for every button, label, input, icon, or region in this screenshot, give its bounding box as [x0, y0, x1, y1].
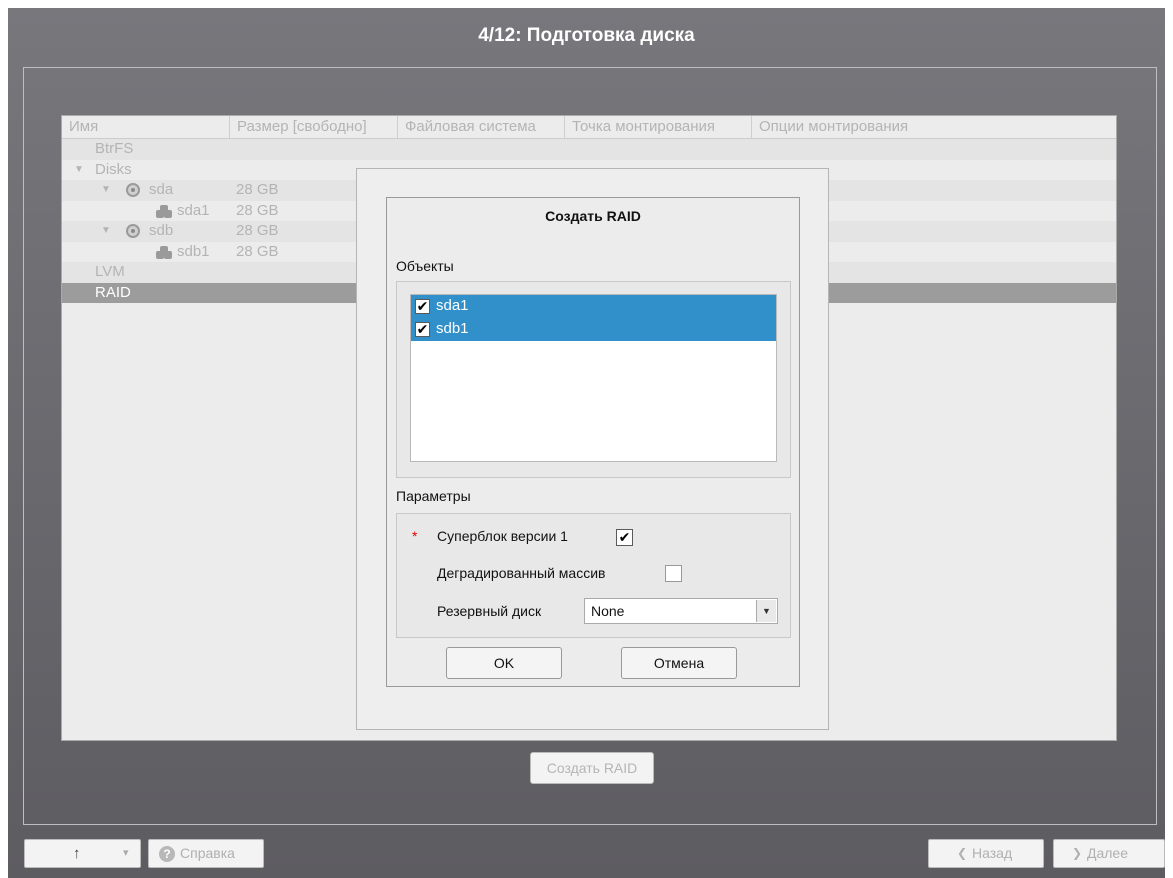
row-name: sdb1: [177, 242, 210, 260]
page-title: 4/12: Подготовка диска: [478, 25, 695, 46]
checkbox-sdb1[interactable]: ✔: [415, 322, 430, 337]
row-name: sda: [149, 181, 174, 198]
column-header-name[interactable]: Имя: [62, 116, 230, 138]
partition-icon: [156, 245, 174, 259]
degraded-label: Деградированный массив: [437, 565, 606, 581]
spare-disk-label: Резервный диск: [437, 603, 542, 619]
chevron-right-icon: ❯: [1072, 846, 1083, 860]
objects-list[interactable]: ✔ sda1 ✔ sdb1: [410, 294, 777, 462]
ok-button[interactable]: OK: [446, 647, 562, 679]
up-dropdown-button[interactable]: ↑ ▾: [24, 839, 141, 868]
disk-icon: [126, 224, 140, 238]
column-header-mountpoint[interactable]: Точка монтирования: [565, 116, 752, 138]
required-marker: *: [412, 528, 418, 544]
tree-row-btrfs[interactable]: BtrFS: [62, 139, 1116, 160]
superblock-checkbox[interactable]: ✔: [616, 529, 633, 546]
objects-group-label: Объекты: [396, 258, 454, 274]
column-header-size[interactable]: Размер [свободно]: [230, 116, 398, 138]
checkbox-sda1[interactable]: ✔: [415, 299, 430, 314]
column-header-mount-options[interactable]: Опции монтирования: [752, 116, 1118, 138]
list-item-sdb1[interactable]: ✔ sdb1: [411, 318, 776, 341]
list-item-label: sdb1: [436, 320, 469, 337]
column-header-filesystem[interactable]: Файловая система: [398, 116, 565, 138]
chevron-left-icon: ❮: [957, 846, 968, 860]
partition-icon: [156, 204, 174, 218]
create-raid-button[interactable]: Создать RAID: [530, 752, 654, 784]
list-item-sda1[interactable]: ✔ sda1: [411, 295, 776, 318]
row-size: 28 GB: [236, 222, 279, 239]
create-raid-dialog: Создать RAID Объекты ✔ sda1 ✔ sdb1 Парам…: [386, 197, 800, 687]
degraded-checkbox[interactable]: [665, 565, 682, 582]
row-size: 28 GB: [236, 181, 279, 198]
expand-triangle-icon[interactable]: ▼: [101, 221, 111, 241]
chevron-down-icon: ▾: [123, 847, 129, 859]
disk-icon: [126, 183, 140, 197]
row-name: BtrFS: [95, 140, 134, 157]
dropdown-arrow-icon[interactable]: ▼: [756, 600, 776, 622]
row-size: 28 GB: [236, 201, 279, 219]
cancel-button[interactable]: Отмена: [621, 647, 737, 679]
row-name: sdb: [149, 222, 174, 239]
next-button[interactable]: ❯ Далее: [1053, 839, 1165, 868]
next-label: Далее: [1087, 845, 1129, 861]
tree-header: Имя Размер [свободно] Файловая система Т…: [62, 116, 1116, 139]
help-button[interactable]: ? Справка: [148, 839, 264, 868]
list-item-label: sda1: [436, 297, 469, 314]
row-name: LVM: [95, 263, 125, 280]
help-label: Справка: [180, 845, 235, 861]
expand-triangle-icon[interactable]: ▼: [74, 160, 84, 180]
row-name: Disks: [95, 160, 132, 178]
dialog-title: Создать RAID: [545, 208, 641, 224]
spare-disk-select[interactable]: None ▼: [584, 598, 778, 624]
back-label: Назад: [972, 845, 1013, 861]
row-size: 28 GB: [236, 242, 279, 260]
help-icon: ?: [159, 846, 175, 862]
up-arrow-icon: ↑: [73, 845, 81, 862]
expand-triangle-icon[interactable]: ▼: [101, 180, 111, 200]
spare-disk-value: None: [591, 603, 625, 619]
row-name: RAID: [95, 283, 131, 301]
superblock-label: Суперблок версии 1: [437, 528, 568, 544]
back-button[interactable]: ❮ Назад: [928, 839, 1044, 868]
params-group-label: Параметры: [396, 488, 471, 504]
row-name: sda1: [177, 201, 210, 219]
